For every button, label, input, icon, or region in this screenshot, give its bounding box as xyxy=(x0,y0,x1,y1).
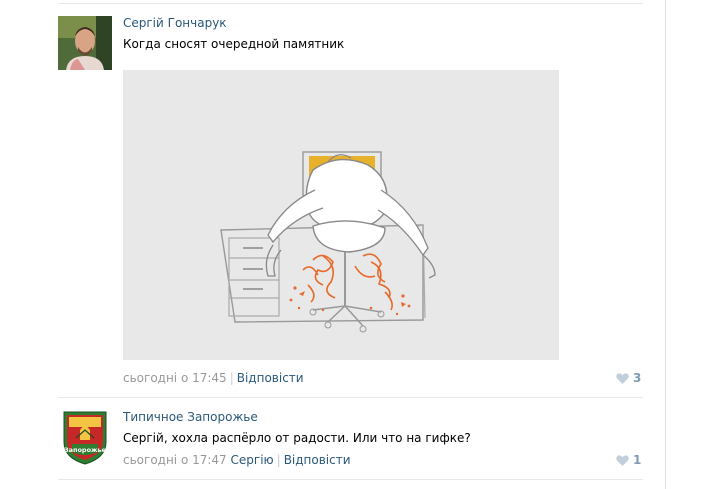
meta-divider: | xyxy=(276,453,281,467)
gif-attachment[interactable] xyxy=(123,70,559,360)
like-button[interactable]: 3 xyxy=(616,371,641,385)
like-count: 3 xyxy=(633,371,642,385)
avatar[interactable] xyxy=(58,16,112,70)
heart-icon xyxy=(616,454,629,466)
reply-link[interactable]: Відповісти xyxy=(284,453,351,467)
comment-meta: сьогодні о 17:45 | Відповісти xyxy=(123,371,304,385)
reply-link[interactable]: Відповісти xyxy=(237,371,304,385)
like-count: 1 xyxy=(633,453,642,467)
bottom-separator xyxy=(58,479,643,480)
logo-caption: Запорожье xyxy=(64,446,107,454)
comment-time[interactable]: сьогодні о 17:45 xyxy=(123,371,227,385)
reply-to-name[interactable]: Сергію xyxy=(231,453,274,467)
coat-of-arms-logo: Запорожье xyxy=(58,408,112,466)
comment-time[interactable]: сьогодні о 17:47 xyxy=(123,453,227,467)
gif-drawing xyxy=(220,151,436,333)
meta-divider: | xyxy=(229,371,234,385)
comment-meta: сьогодні о 17:47 Сергію | Відповісти xyxy=(123,453,351,467)
comment-author[interactable]: Типичное Запорожье xyxy=(123,410,258,424)
like-button[interactable]: 1 xyxy=(616,453,641,467)
comment-author[interactable]: Сергій Гончарук xyxy=(123,16,227,30)
top-separator xyxy=(58,3,643,4)
comment-text: Сергій, хохла распёрло от радости. Или ч… xyxy=(123,431,471,445)
comment-text: Когда сносят очередной памятник xyxy=(123,37,345,51)
avatar[interactable]: Запорожье xyxy=(58,408,112,466)
comment-separator xyxy=(58,397,643,398)
heart-icon xyxy=(616,372,629,384)
avatar-photo xyxy=(58,16,112,70)
page-right-border xyxy=(665,0,666,489)
